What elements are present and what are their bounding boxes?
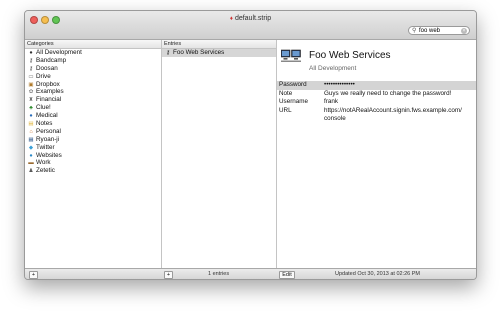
category-item[interactable]: ♣ Clue! [25,104,161,112]
category-label: Ryoan-ji [36,135,60,143]
app-window: ♦ default.strip ⚲ foo web × Categories ● A… [24,10,477,280]
search-icon: ⚲ [412,28,417,34]
search-field[interactable]: ⚲ foo web × [408,26,470,35]
category-item[interactable]: ♜ Financial [25,96,161,104]
title-bar: ♦ default.strip ⚲ foo web × [25,11,476,40]
field-row[interactable]: Note Guys we really need to change the pa… [277,90,476,99]
entry-label: Foo Web Services [173,49,225,56]
category-label: Personal [36,127,61,135]
category-label: Doosan [36,64,58,72]
category-label: Notes [36,120,53,128]
entry-title: Foo Web Services [309,50,391,61]
field-label: URL [279,106,292,114]
category-item[interactable]: ▬ Work [25,159,161,167]
field-label: Note [279,89,293,97]
category-item[interactable]: ▦ Ryoan-ji [25,136,161,144]
category-label: Dropbox [36,80,60,88]
search-input[interactable]: foo web [419,28,440,34]
category-label: Drive [36,72,51,80]
field-row[interactable]: URL https://notARealAccount.signin.fws.ex… [277,107,476,116]
categories-list: ● All Development ⚷ Bandcamp ⚷ Doosan ▭ Drive ▣ D… [25,49,161,175]
category-label: Financial [36,96,62,104]
category-item[interactable]: ● Websites [25,152,161,160]
category-label: Twitter [36,143,55,151]
document-icon: ♦ [229,16,233,22]
detail-header: Foo Web Services All Development [277,40,476,81]
category-item[interactable]: ✿ Examples [25,88,161,96]
entries-header: Entries [162,40,276,49]
updated-timestamp: Updated Oct 30, 2013 at 02:26 PM [335,271,421,277]
entry-item[interactable]: ⚷ Foo Web Services [162,49,276,57]
category-label: Bandcamp [36,56,67,64]
entries-list: ⚷ Foo Web Services [162,49,276,57]
category-label: Work [36,159,51,167]
category-item[interactable]: ▤ Notes [25,120,161,128]
category-item[interactable]: ◆ Twitter [25,144,161,152]
detail-panel: Foo Web Services All Development Passwor… [277,40,476,268]
entry-fields: Password •••••••••••••• Note Guys we really… [277,81,476,124]
category-item[interactable]: ⚷ Bandcamp [25,57,161,65]
category-item[interactable]: ♟ Zetetic [25,167,161,175]
category-label: Medical [36,112,58,120]
field-row[interactable]: Username frank [277,98,476,107]
field-value: console [324,115,346,123]
category-label: Clue! [36,104,51,112]
field-value: Guys we really need to change the passwo… [324,89,452,97]
field-value: https://notARealAccount.signin.fws.examp… [324,106,462,114]
field-row[interactable]: console [277,115,476,124]
category-item[interactable]: ⚷ Doosan [25,65,161,73]
entries-panel: Entries ⚷ Foo Web Services [162,40,277,268]
bottom-bar: + + 1 entries Edit Updated Oct 30, 2013 … [25,268,476,279]
category-item[interactable]: ● Medical [25,112,161,120]
add-entry-button[interactable]: + [164,271,173,279]
window-title-text: default.strip [234,15,272,22]
category-label: Examples [36,88,64,96]
field-value: frank [324,98,338,106]
window-title: ♦ default.strip [25,15,476,22]
field-label: Password [279,81,307,88]
category-item[interactable]: ▭ Drive [25,73,161,81]
computers-icon [281,49,301,62]
field-value: •••••••••••••• [324,81,355,88]
edit-button[interactable]: Edit [279,271,295,279]
add-category-button[interactable]: + [29,271,38,279]
key-icon: ⚷ [165,50,171,56]
category-item[interactable]: ● All Development [25,49,161,57]
category-label: Websites [36,151,62,159]
category-label: Zetetic [36,167,55,175]
clear-search-icon[interactable]: × [461,28,467,34]
field-label: Username [279,98,309,106]
entries-count: 1 entries [208,271,230,277]
category-label: All Development [36,49,82,56]
person-icon: ♟ [28,168,34,175]
categories-panel: Categories ● All Development ⚷ Bandcamp ⚷ Doo… [25,40,162,268]
category-item[interactable]: ▣ Dropbox [25,81,161,89]
category-item[interactable]: ⌂ Personal [25,128,161,136]
categories-header: Categories [25,40,161,49]
entry-category: All Development [309,65,357,72]
field-row[interactable]: Password •••••••••••••• [277,81,476,90]
